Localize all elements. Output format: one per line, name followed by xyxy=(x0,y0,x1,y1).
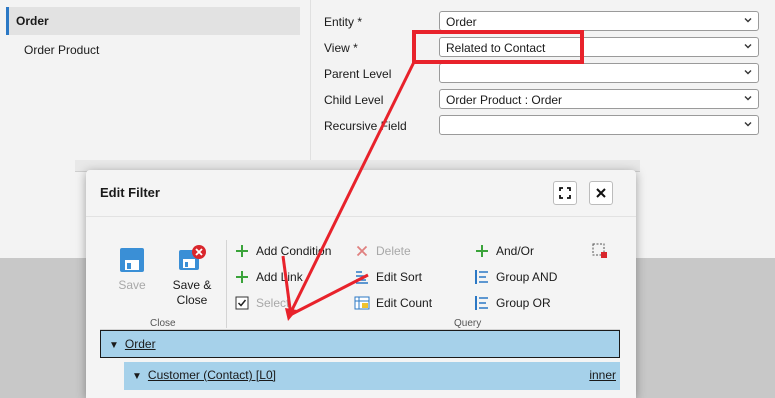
child-level-select[interactable]: Order Product : Order xyxy=(439,89,759,109)
add-condition-label: Add Condition xyxy=(256,244,332,258)
and-or-label: And/Or xyxy=(496,244,535,258)
entity-label: Entity * xyxy=(324,15,363,29)
save-and-close-button[interactable]: Save & Close xyxy=(166,244,218,308)
sidebar-item-label: Order Product xyxy=(24,43,100,57)
save-label: Save xyxy=(118,278,146,292)
expand-triangle-icon[interactable]: ▼ xyxy=(109,340,119,351)
child-level-value: Order Product : Order xyxy=(446,93,563,107)
edit-count-button[interactable]: Edit Count xyxy=(354,295,432,311)
save-close-label-line2: Close xyxy=(176,293,208,307)
save-button[interactable]: Save xyxy=(108,246,156,293)
title-separator xyxy=(86,216,636,217)
recursive-field-select[interactable] xyxy=(439,115,759,135)
delete-label: Delete xyxy=(376,244,411,258)
annotation-highlight-box xyxy=(412,30,584,64)
edit-sort-button[interactable]: Edit Sort xyxy=(354,269,422,285)
sidebar-item-order[interactable]: Order xyxy=(6,7,300,35)
dialog-title: Edit Filter xyxy=(100,185,160,200)
add-link-label: Add Link xyxy=(256,270,303,284)
query-group-label: Query xyxy=(454,318,482,329)
panel-divider xyxy=(310,0,311,160)
link-entity-link[interactable]: Customer (Contact) [L0] xyxy=(148,368,276,382)
select-label: Select xyxy=(256,296,290,310)
parent-level-select[interactable] xyxy=(439,63,759,83)
chevron-down-icon xyxy=(744,122,752,127)
recursive-field-label: Recursive Field xyxy=(324,119,407,133)
plus-icon xyxy=(236,245,248,257)
ribbon-group-separator xyxy=(226,240,227,328)
entity-select[interactable]: Order xyxy=(439,11,759,31)
group-and-button[interactable]: Group AND xyxy=(474,269,557,285)
and-or-button[interactable]: And/Or xyxy=(474,243,534,259)
save-icon xyxy=(120,248,144,272)
sidebar-item-order-product[interactable]: Order Product xyxy=(24,43,99,57)
view-label: View * xyxy=(324,41,358,55)
entity-link[interactable]: Order xyxy=(125,337,156,351)
add-link-button[interactable]: Add Link xyxy=(234,269,303,285)
group-or-button[interactable]: Group OR xyxy=(474,295,551,311)
child-level-label: Child Level xyxy=(324,93,384,107)
chevron-down-icon xyxy=(744,96,752,101)
chevron-down-icon xyxy=(744,18,752,23)
tree-node-root[interactable]: ▼ Order xyxy=(100,330,620,358)
group-and-label: Group AND xyxy=(496,270,558,284)
remove-icon xyxy=(592,243,607,258)
entity-value: Order xyxy=(446,15,477,29)
plus-icon xyxy=(476,245,488,257)
close-button[interactable] xyxy=(589,181,613,205)
group-or-label: Group OR xyxy=(496,296,551,310)
save-close-icon xyxy=(179,245,206,270)
edit-count-label: Edit Count xyxy=(376,296,433,310)
chevron-down-icon xyxy=(744,70,752,75)
remove-button[interactable] xyxy=(592,243,614,259)
delete-icon xyxy=(356,245,368,257)
tree-node-link[interactable]: ▼ Customer (Contact) [L0] inner xyxy=(124,362,620,390)
plus-icon xyxy=(236,271,248,283)
parent-level-label: Parent Level xyxy=(324,67,392,81)
close-group-label: Close xyxy=(150,318,176,329)
sort-icon xyxy=(356,271,368,284)
sidebar-item-label: Order xyxy=(16,14,49,28)
count-icon xyxy=(354,296,370,310)
maximize-button[interactable] xyxy=(553,181,577,205)
save-close-label-line1: Save & xyxy=(172,278,212,292)
close-icon xyxy=(596,188,606,198)
join-type-link[interactable]: inner xyxy=(589,368,616,382)
add-condition-button[interactable]: Add Condition xyxy=(234,243,331,259)
edit-filter-dialog: Edit Filter Save Save & Close Close Add … xyxy=(86,170,636,398)
expand-icon xyxy=(559,187,571,199)
chevron-down-icon xyxy=(744,44,752,49)
delete-button[interactable]: Delete xyxy=(354,243,411,259)
group-and-icon xyxy=(475,270,488,284)
group-or-icon xyxy=(475,296,488,310)
select-button[interactable]: Select xyxy=(234,295,289,311)
expand-triangle-icon[interactable]: ▼ xyxy=(132,371,142,382)
checkbox-icon xyxy=(235,296,249,310)
edit-sort-label: Edit Sort xyxy=(376,270,423,284)
